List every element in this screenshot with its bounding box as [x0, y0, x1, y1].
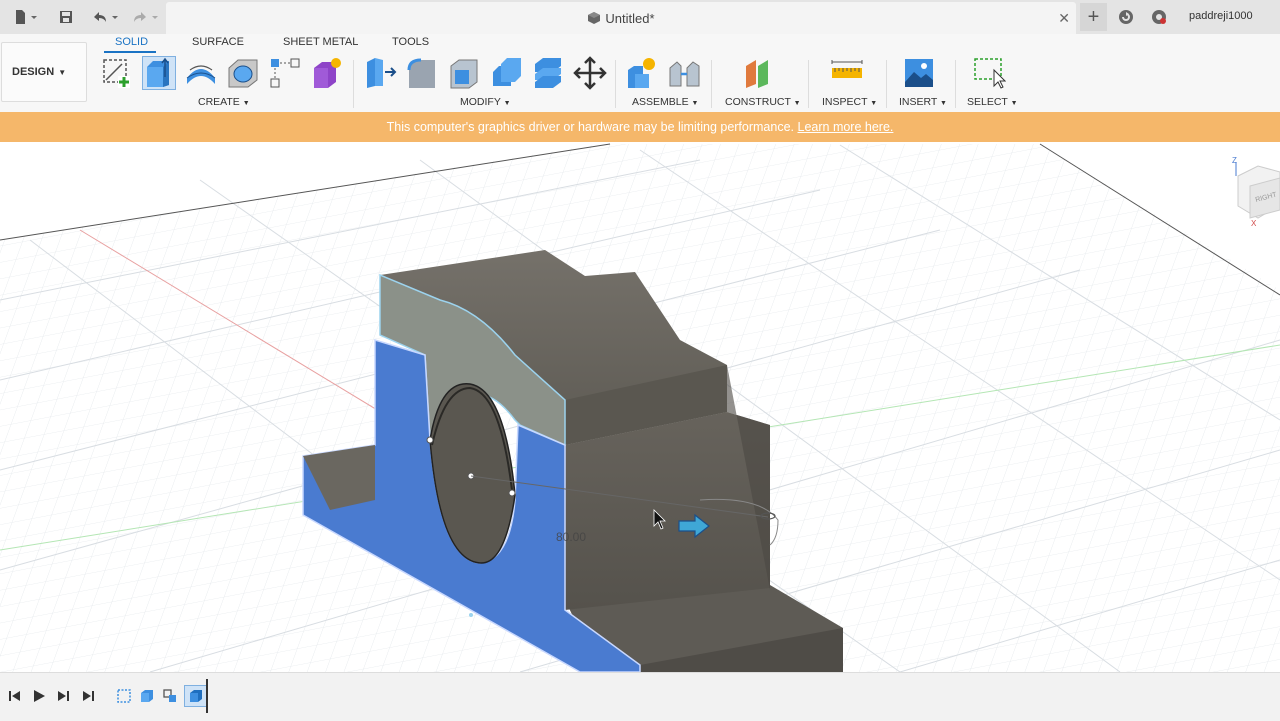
performance-warning-banner: This computer's graphics driver or hardw… [0, 112, 1280, 142]
learn-more-link[interactable]: Learn more here. [798, 120, 894, 134]
chevron-down-icon: ▼ [691, 100, 699, 107]
refresh-icon[interactable] [1116, 6, 1136, 28]
warning-message: This computer's graphics driver or hardw… [386, 120, 795, 134]
z-axis-label: Z [1232, 156, 1237, 165]
3d-scene[interactable]: 80.00 RIGHT Z X [0, 142, 1280, 672]
extrude-feature-icon-active[interactable] [184, 685, 208, 707]
step-back-icon[interactable] [6, 687, 24, 705]
workspace-label: DESIGN [12, 66, 55, 78]
title-bar: Untitled* ✕ + paddreji1000 [0, 0, 1280, 34]
view-cube[interactable]: RIGHT Z X [1232, 156, 1280, 228]
joint-icon[interactable] [667, 56, 701, 90]
document-tab[interactable]: Untitled* ✕ [166, 2, 1076, 34]
timeline-bar [0, 672, 1280, 721]
document-title-text: Untitled* [605, 11, 655, 26]
hole-icon[interactable] [226, 56, 260, 90]
create-form-icon[interactable] [310, 56, 344, 90]
save-icon[interactable] [56, 6, 76, 28]
undo-icon[interactable] [88, 6, 122, 28]
tab-tools[interactable]: TOOLS [392, 36, 429, 48]
insert-menu[interactable]: INSERT ▼ [899, 96, 947, 108]
play-icon[interactable] [30, 687, 48, 705]
tab-solid[interactable]: SOLID [115, 36, 148, 48]
modify-menu[interactable]: MODIFY ▼ [460, 96, 511, 108]
chevron-down-icon: ▼ [58, 67, 67, 77]
insert-image-icon[interactable] [902, 56, 936, 90]
chevron-down-icon: ▼ [1010, 100, 1018, 107]
step-forward-icon[interactable] [54, 687, 72, 705]
toolbar-divider [808, 60, 809, 108]
assemble-menu-label: ASSEMBLE [632, 96, 689, 108]
close-icon[interactable]: ✕ [1058, 10, 1070, 27]
go-to-end-icon[interactable] [79, 687, 97, 705]
user-name[interactable]: paddreji1000 [1189, 10, 1253, 22]
sketch-feature-icon-2[interactable] [161, 687, 179, 705]
active-tab-indicator [104, 51, 156, 53]
toolbar-divider [353, 60, 354, 108]
canvas-viewport[interactable]: 80.00 RIGHT Z X [0, 142, 1280, 672]
fillet-icon[interactable] [405, 56, 439, 90]
create-menu-label: CREATE [198, 96, 240, 108]
workspace-switcher[interactable]: DESIGN ▼ [1, 42, 87, 102]
select-menu[interactable]: SELECT ▼ [967, 96, 1018, 108]
construct-menu[interactable]: CONSTRUCT ▼ [725, 96, 801, 108]
create-sketch-icon[interactable] [100, 56, 134, 90]
toolbar-divider [955, 60, 956, 108]
chevron-down-icon: ▼ [940, 100, 947, 107]
file-icon[interactable] [10, 6, 42, 28]
select-menu-label: SELECT [967, 96, 1008, 108]
measure-icon[interactable] [830, 56, 864, 90]
toolbar: DESIGN ▼ SOLID SURFACE SHEET METAL TOOLS… [0, 34, 1280, 113]
document-icon [587, 11, 601, 28]
combine-icon[interactable] [489, 56, 523, 90]
insert-menu-label: INSERT [899, 96, 938, 108]
x-axis-label: X [1251, 219, 1257, 228]
assemble-menu[interactable]: ASSEMBLE ▼ [632, 96, 698, 108]
document-title: Untitled* [166, 11, 1076, 28]
toolbar-divider [711, 60, 712, 108]
chevron-down-icon: ▼ [870, 100, 878, 107]
select-window-icon[interactable] [972, 56, 1007, 90]
rectangular-pattern-icon[interactable] [268, 56, 302, 90]
tab-surface[interactable]: SURFACE [192, 36, 244, 48]
shell-icon[interactable] [447, 56, 481, 90]
create-menu[interactable]: CREATE ▼ [198, 96, 250, 108]
modify-menu-label: MODIFY [460, 96, 501, 108]
extrude-icon[interactable] [142, 56, 176, 90]
chevron-down-icon: ▼ [793, 100, 801, 107]
move-icon[interactable] [573, 56, 607, 90]
new-component-icon[interactable] [625, 56, 659, 90]
chevron-down-icon: ▼ [503, 100, 511, 107]
timeline-marker[interactable] [206, 679, 208, 713]
toolbar-divider [886, 60, 887, 108]
plus-icon[interactable]: + [1080, 3, 1107, 31]
tab-sheet-metal[interactable]: SHEET METAL [283, 36, 358, 48]
revolve-icon[interactable] [184, 56, 218, 90]
redo-icon[interactable] [128, 6, 162, 28]
dimension-value[interactable]: 80.00 [556, 530, 586, 544]
inspect-menu-label: INSPECT [822, 96, 868, 108]
help-icon[interactable] [1149, 6, 1169, 28]
sketch-feature-icon[interactable] [115, 687, 133, 705]
offset-plane-icon[interactable] [742, 56, 776, 90]
chevron-down-icon: ▼ [242, 100, 250, 107]
construct-menu-label: CONSTRUCT [725, 96, 791, 108]
split-body-icon[interactable] [531, 56, 565, 90]
inspect-menu[interactable]: INSPECT ▼ [822, 96, 877, 108]
extrude-feature-icon[interactable] [138, 687, 156, 705]
press-pull-icon[interactable] [363, 56, 397, 90]
toolbar-divider [615, 60, 616, 108]
